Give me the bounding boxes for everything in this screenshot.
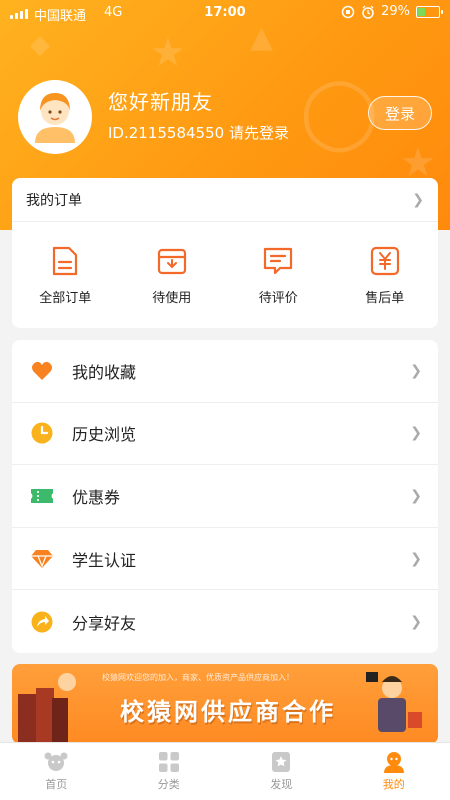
orders-card: 我的订单 ❯ 全部订单 待使用 待评价 售后单	[12, 178, 438, 328]
tab-label: 发现	[270, 778, 293, 791]
all-orders-icon	[53, 246, 78, 275]
clock-icon	[31, 422, 53, 444]
share-icon	[31, 611, 53, 633]
orientation-lock-icon	[341, 5, 355, 18]
tab-label: 分类	[157, 778, 180, 791]
bottom-tab-bar: 首页 分类 发现 我的	[0, 742, 450, 800]
battery-percent: 29%	[381, 4, 410, 19]
order-tab-to-review[interactable]: 待评价	[225, 222, 332, 328]
chevron-right-icon: ❯	[410, 487, 422, 504]
order-tab-after-sales[interactable]: 售后单	[332, 222, 439, 328]
login-button[interactable]: 登录	[368, 96, 432, 130]
order-tab-label: 待使用	[152, 290, 192, 306]
after-sales-icon	[370, 246, 399, 275]
my-orders-title: 我的订单	[26, 192, 82, 209]
star-decoration-icon: ★	[150, 30, 186, 76]
profile-icon	[383, 752, 404, 773]
books-illustration-icon	[18, 673, 76, 744]
coupon-icon	[31, 488, 53, 503]
chevron-right-icon: ❯	[410, 425, 422, 442]
tab-label: 首页	[45, 778, 68, 791]
greeting-text: 您好新朋友	[108, 90, 213, 114]
order-tab-label: 售后单	[365, 290, 405, 306]
menu-item-label: 分享好友	[72, 613, 137, 633]
tab-profile[interactable]: 我的	[338, 743, 450, 800]
order-tab-to-use[interactable]: 待使用	[119, 222, 226, 328]
banner-small-text: 校猿网欢迎您的加入，商家、优质资产品供应商加入！	[102, 673, 294, 682]
menu-item-label: 优惠券	[72, 487, 121, 507]
home-icon	[44, 752, 68, 771]
supplier-banner[interactable]: 校猿网欢迎您的加入，商家、优质资产品供应商加入！ 校猿网供应商合作	[12, 664, 438, 744]
menu-item-share[interactable]: 分享好友 ❯	[12, 590, 438, 653]
menu-item-history[interactable]: 历史浏览 ❯	[12, 403, 438, 466]
chevron-right-icon: ❯	[410, 613, 422, 630]
order-tab-label: 全部订单	[39, 290, 92, 306]
menu-item-label: 历史浏览	[72, 425, 137, 445]
tab-home[interactable]: 首页	[0, 743, 113, 800]
alarm-icon	[362, 5, 374, 19]
chevron-right-icon: ❯	[410, 550, 422, 567]
person-illustration-icon	[366, 672, 422, 732]
tab-discover[interactable]: 发现	[225, 743, 338, 800]
square-decoration-icon: ◆	[30, 30, 50, 60]
circle-decoration-icon: ◯	[300, 70, 379, 152]
avatar[interactable]	[18, 80, 92, 154]
menu-item-label: 我的收藏	[72, 362, 137, 382]
category-icon	[158, 752, 179, 772]
menu-card: 我的收藏 ❯ 历史浏览 ❯ 优惠券 ❯ 学生认证 ❯ 分享好友 ❯	[12, 340, 438, 653]
diamond-icon	[31, 549, 53, 568]
my-orders-header[interactable]: 我的订单 ❯	[12, 178, 438, 222]
menu-item-favorites[interactable]: 我的收藏 ❯	[12, 340, 438, 403]
tab-label: 我的	[382, 778, 405, 791]
default-avatar-icon	[21, 83, 89, 151]
menu-item-label: 学生认证	[72, 550, 137, 570]
discover-icon	[272, 752, 291, 772]
chevron-right-icon: ❯	[412, 191, 424, 208]
to-use-icon	[157, 248, 186, 274]
status-bar: 中国联通 4G 17:00 29%	[0, 0, 450, 26]
user-id-text: ID.2115584550 请先登录	[108, 124, 289, 142]
menu-item-student-verification[interactable]: 学生认证 ❯	[12, 528, 438, 591]
chevron-right-icon: ❯	[410, 362, 422, 379]
to-review-icon	[264, 247, 293, 274]
banner-title: 校猿网供应商合作	[120, 698, 336, 726]
order-tab-label: 待评价	[258, 290, 298, 306]
menu-item-coupons[interactable]: 优惠券 ❯	[12, 465, 438, 528]
tab-category[interactable]: 分类	[113, 743, 226, 800]
heart-icon	[31, 361, 53, 380]
order-tab-all[interactable]: 全部订单	[12, 222, 119, 328]
battery-icon	[416, 5, 443, 18]
